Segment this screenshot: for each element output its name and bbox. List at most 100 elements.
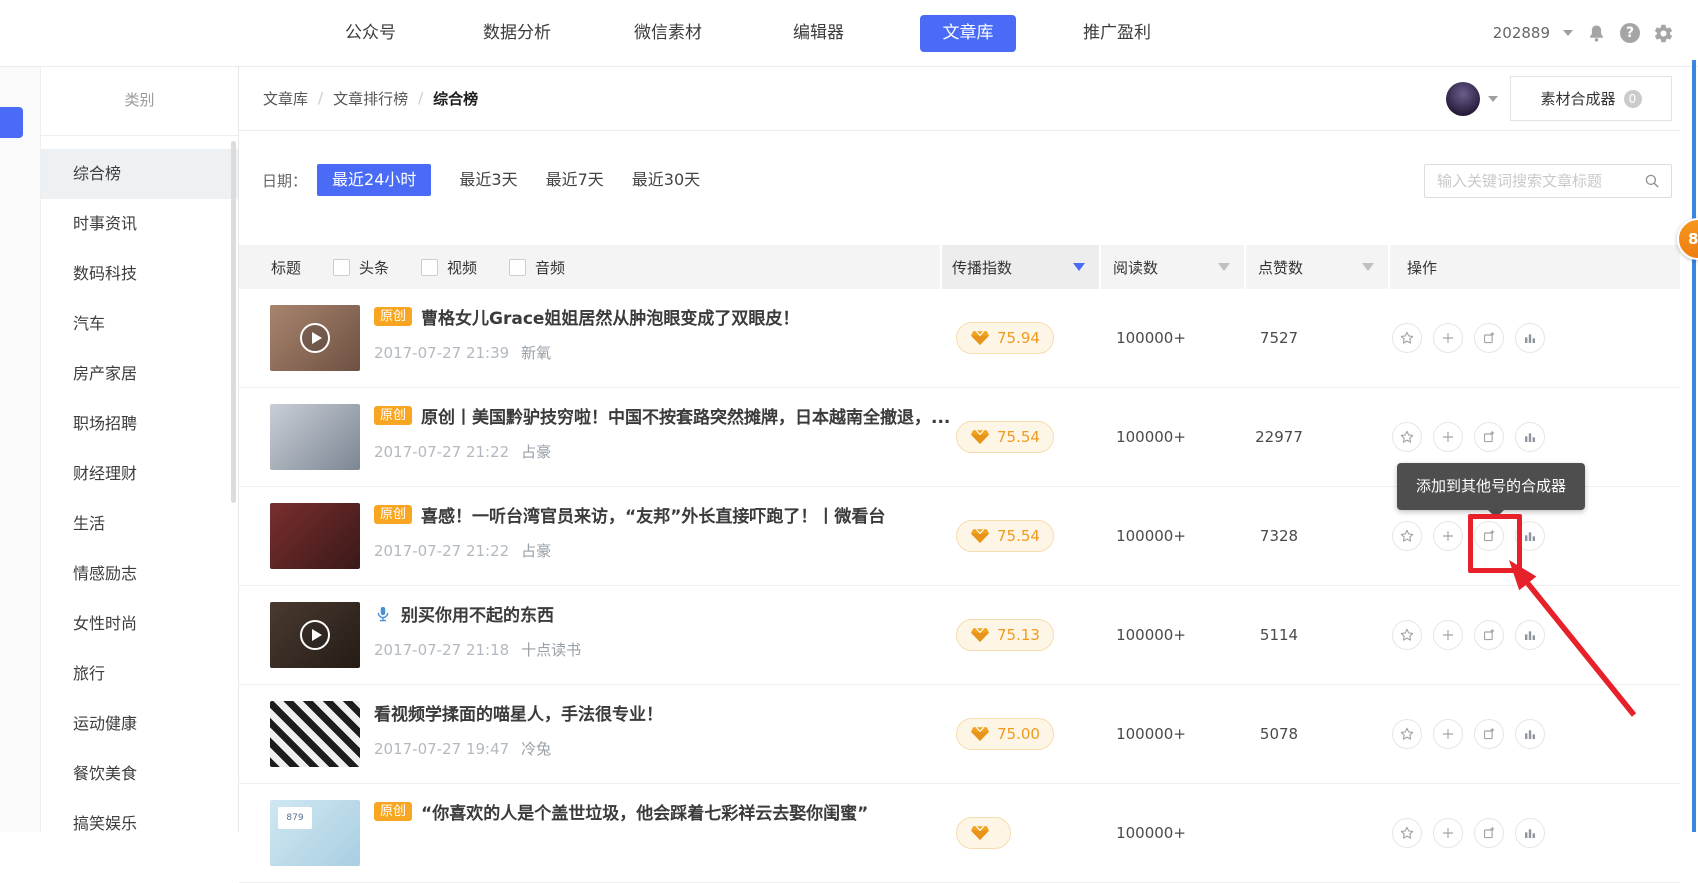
sidebar-item-women-fashion[interactable]: 女性时尚 [41, 599, 238, 649]
settings-gear-icon[interactable] [1653, 23, 1674, 44]
add-to-composer-icon[interactable] [1474, 818, 1504, 848]
sidebar-item-funny[interactable]: 搞笑娱乐 [41, 799, 238, 832]
gem-icon [970, 429, 990, 445]
analytics-icon[interactable] [1515, 719, 1545, 749]
sidebar-item-life[interactable]: 生活 [41, 499, 238, 549]
sidebar-title: 类别 [41, 66, 238, 136]
material-composer-button[interactable]: 素材合成器 0 [1510, 76, 1672, 121]
floating-count-badge[interactable]: 8 [1677, 218, 1698, 260]
add-to-composer-icon[interactable] [1474, 620, 1504, 650]
help-icon[interactable]: ? [1620, 23, 1640, 43]
breadcrumb: 文章库 / 文章排行榜 / 综合榜 [263, 66, 478, 130]
sidebar-item-cars[interactable]: 汽车 [41, 299, 238, 349]
nav-item-official-accounts[interactable]: 公众号 [345, 0, 396, 66]
original-badge: 原创 [374, 406, 412, 425]
add-icon[interactable] [1433, 719, 1463, 749]
article-meta: 2017-07-27 19:47冷兔 [374, 738, 949, 759]
breadcrumb-article-ranking[interactable]: 文章排行榜 [333, 88, 408, 109]
sidebar-item-news[interactable]: 时事资讯 [41, 199, 238, 249]
add-icon[interactable] [1433, 620, 1463, 650]
article-thumbnail[interactable] [270, 602, 360, 668]
sidebar-item-overall[interactable]: 综合榜 [41, 149, 238, 199]
add-to-composer-icon[interactable] [1474, 323, 1504, 353]
favorite-star-icon[interactable] [1392, 818, 1422, 848]
article-title[interactable]: 别买你用不起的东西 [401, 601, 554, 626]
spread-index-badge: 75.94 [956, 322, 1054, 354]
add-icon[interactable] [1433, 323, 1463, 353]
sort-icon-likes[interactable] [1362, 263, 1374, 271]
search-input[interactable] [1425, 172, 1643, 190]
sidebar-item-food[interactable]: 餐饮美食 [41, 749, 238, 799]
audio-checkbox[interactable] [509, 259, 526, 276]
date-option-30d[interactable]: 最近30天 [632, 164, 700, 196]
sidebar-item-emotion[interactable]: 情感励志 [41, 549, 238, 599]
favorite-star-icon[interactable] [1392, 521, 1422, 551]
gem-icon [970, 330, 990, 346]
date-option-24h[interactable]: 最近24小时 [317, 164, 431, 196]
favorite-star-icon[interactable] [1392, 422, 1422, 452]
article-title[interactable]: 原创丨美国黔驴技穷啦！中国不按套路突然摊牌，日本越南全撤退，... [421, 403, 950, 428]
reads-count: 100000+ [1101, 586, 1201, 684]
sidebar-item-finance[interactable]: 财经理财 [41, 449, 238, 499]
play-icon [300, 620, 330, 650]
account-id[interactable]: 202889 [1493, 24, 1550, 42]
sidebar-item-sports-health[interactable]: 运动健康 [41, 699, 238, 749]
avatar-dropdown-caret-icon[interactable] [1488, 96, 1498, 102]
column-spread-index[interactable]: 传播指数 [942, 245, 1099, 289]
collapse-sidebar-tab[interactable] [0, 107, 23, 138]
video-checkbox[interactable] [421, 259, 438, 276]
column-likes[interactable]: 点赞数 [1246, 245, 1388, 289]
search-icon[interactable] [1643, 172, 1661, 190]
account-dropdown-caret-icon[interactable] [1563, 30, 1573, 36]
article-thumbnail[interactable] [270, 404, 360, 470]
spread-index-badge [956, 817, 1011, 849]
sidebar-item-travel[interactable]: 旅行 [41, 649, 238, 699]
favorite-star-icon[interactable] [1392, 323, 1422, 353]
nav-item-data-analysis[interactable]: 数据分析 [483, 0, 551, 66]
article-thumbnail[interactable]: 879 [270, 800, 360, 866]
article-title[interactable]: “你喜欢的人是个盖世垃圾，他会踩着七彩祥云去娶你闺蜜” [421, 799, 868, 824]
analytics-icon[interactable] [1515, 323, 1545, 353]
analytics-icon[interactable] [1515, 620, 1545, 650]
add-icon[interactable] [1433, 422, 1463, 452]
publish-date: 2017-07-27 19:47 [374, 740, 509, 758]
nav-item-promotion-profit[interactable]: 推广盈利 [1083, 0, 1151, 66]
add-to-composer-icon[interactable] [1474, 422, 1504, 452]
nav-item-wechat-material[interactable]: 微信素材 [634, 0, 702, 66]
nav-item-article-library-active[interactable]: 文章库 [920, 15, 1016, 52]
filter-headline[interactable]: 头条 [333, 257, 389, 278]
article-thumbnail[interactable] [270, 305, 360, 371]
sidebar-item-digital-tech[interactable]: 数码科技 [41, 249, 238, 299]
source-account: 占豪 [521, 443, 551, 461]
sidebar-item-jobs[interactable]: 职场招聘 [41, 399, 238, 449]
sidebar-item-real-estate[interactable]: 房产家居 [41, 349, 238, 399]
filter-audio[interactable]: 音频 [509, 257, 565, 278]
composer-tooltip: 添加到其他号的合成器 [1397, 463, 1585, 510]
article-thumbnail[interactable] [270, 503, 360, 569]
article-title[interactable]: 喜感！一听台湾官员来访，“友邦”外长直接吓跑了！丨微看台 [421, 502, 885, 527]
breadcrumb-article-library[interactable]: 文章库 [263, 88, 308, 109]
headline-checkbox[interactable] [333, 259, 350, 276]
sort-desc-icon-active[interactable] [1073, 263, 1085, 271]
article-title[interactable]: 看视频学揉面的喵星人，手法很专业！ [374, 700, 663, 725]
analytics-icon[interactable] [1515, 818, 1545, 848]
column-reads[interactable]: 阅读数 [1101, 245, 1244, 289]
date-option-3d[interactable]: 最近3天 [459, 164, 517, 196]
add-icon[interactable] [1433, 818, 1463, 848]
nav-item-editor[interactable]: 编辑器 [793, 0, 844, 66]
favorite-star-icon[interactable] [1392, 620, 1422, 650]
notification-bell-icon[interactable] [1586, 23, 1607, 44]
article-title[interactable]: 曹格女儿Grace姐姐居然从肿泡眼变成了双眼皮！ [421, 304, 799, 329]
add-icon[interactable] [1433, 521, 1463, 551]
sort-icon-reads[interactable] [1218, 263, 1230, 271]
analytics-icon[interactable] [1515, 422, 1545, 452]
article-thumbnail[interactable] [270, 701, 360, 767]
sidebar-scrollbar[interactable] [231, 141, 236, 503]
article-meta: 2017-07-27 21:39新氧 [374, 342, 949, 363]
source-account: 新氧 [521, 344, 551, 362]
add-to-composer-icon[interactable] [1474, 719, 1504, 749]
date-option-7d[interactable]: 最近7天 [546, 164, 604, 196]
filter-video[interactable]: 视频 [421, 257, 477, 278]
favorite-star-icon[interactable] [1392, 719, 1422, 749]
user-avatar[interactable] [1446, 82, 1480, 116]
